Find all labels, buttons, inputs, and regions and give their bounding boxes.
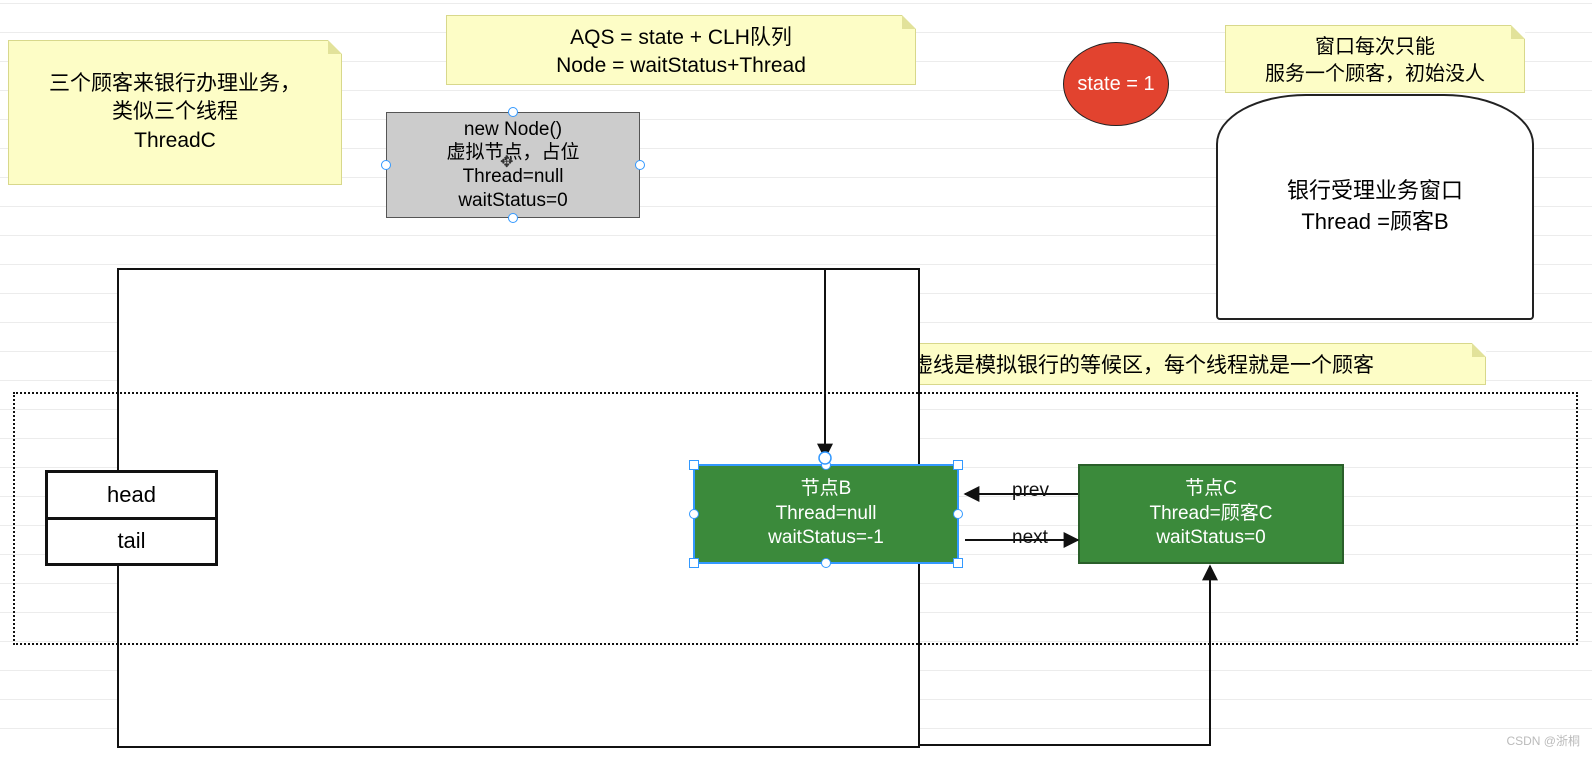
- note-aqs-definition: AQS = state + CLH队列 Node = waitStatus+Th…: [446, 15, 916, 85]
- selection-handle[interactable]: [635, 160, 645, 170]
- text-line: 下面虚线是模拟银行的等候区，每个线程就是一个顾客: [870, 354, 1374, 377]
- selection-handle[interactable]: [689, 460, 699, 470]
- text-line: 窗口每次只能: [1238, 34, 1512, 61]
- watermark: CSDN @浙桐: [1506, 732, 1580, 749]
- head-tail-box: head tail: [45, 470, 218, 566]
- text-line: 类似三个线程: [21, 98, 329, 126]
- text-line: Node = waitStatus+Thread: [459, 52, 903, 80]
- selection-handle[interactable]: [381, 160, 391, 170]
- text-line: 三个顾客来银行办理业务，: [21, 70, 329, 98]
- selection-handle[interactable]: [953, 509, 963, 519]
- selection-handle[interactable]: [689, 509, 699, 519]
- text-line: Thread=null: [387, 165, 639, 189]
- selection-handle[interactable]: [821, 558, 831, 568]
- state-ellipse: state = 1: [1063, 42, 1169, 126]
- text-line: 虚拟节点，占位: [387, 141, 639, 165]
- selection-handle[interactable]: [821, 460, 831, 470]
- text-line: Thread =顾客B: [1218, 207, 1532, 238]
- head-label: head: [107, 482, 156, 508]
- text-line: 服务一个顾客，初始没人: [1238, 61, 1512, 88]
- head-cell: head: [48, 473, 215, 520]
- text-line: Thread=顾客C: [1080, 502, 1342, 527]
- text-line: 银行受理业务窗口: [1218, 176, 1532, 207]
- selection-handle[interactable]: [508, 107, 518, 117]
- note-window-rule: 窗口每次只能 服务一个顾客，初始没人: [1225, 25, 1525, 93]
- label-next: next: [1012, 527, 1048, 549]
- state-label: state = 1: [1077, 73, 1154, 96]
- node-c[interactable]: 节点C Thread=顾客C waitStatus=0: [1078, 464, 1344, 564]
- node-title: 节点B: [695, 477, 957, 502]
- node-b[interactable]: 节点B Thread=null waitStatus=-1: [693, 464, 959, 564]
- text-line: waitStatus=0: [387, 189, 639, 213]
- text-line: new Node(): [387, 118, 639, 142]
- text-line: waitStatus=0: [1080, 526, 1342, 551]
- text-line: ThreadC: [21, 127, 329, 155]
- bank-service-window: 银行受理业务窗口 Thread =顾客B: [1216, 94, 1534, 320]
- text-line: AQS = state + CLH队列: [459, 24, 903, 52]
- node-title: 节点C: [1080, 477, 1342, 502]
- note-customers: 三个顾客来银行办理业务， 类似三个线程 ThreadC: [8, 40, 342, 185]
- label-prev: prev: [1012, 480, 1049, 502]
- tail-label: tail: [117, 528, 145, 554]
- text-line: waitStatus=-1: [695, 526, 957, 551]
- selection-handle[interactable]: [953, 558, 963, 568]
- selection-handle[interactable]: [508, 213, 518, 223]
- tail-cell: tail: [48, 520, 215, 564]
- selection-handle[interactable]: [689, 558, 699, 568]
- text-line: Thread=null: [695, 502, 957, 527]
- selection-handle[interactable]: [953, 460, 963, 470]
- box-virtual-node[interactable]: new Node() 虚拟节点，占位 Thread=null waitStatu…: [386, 112, 640, 218]
